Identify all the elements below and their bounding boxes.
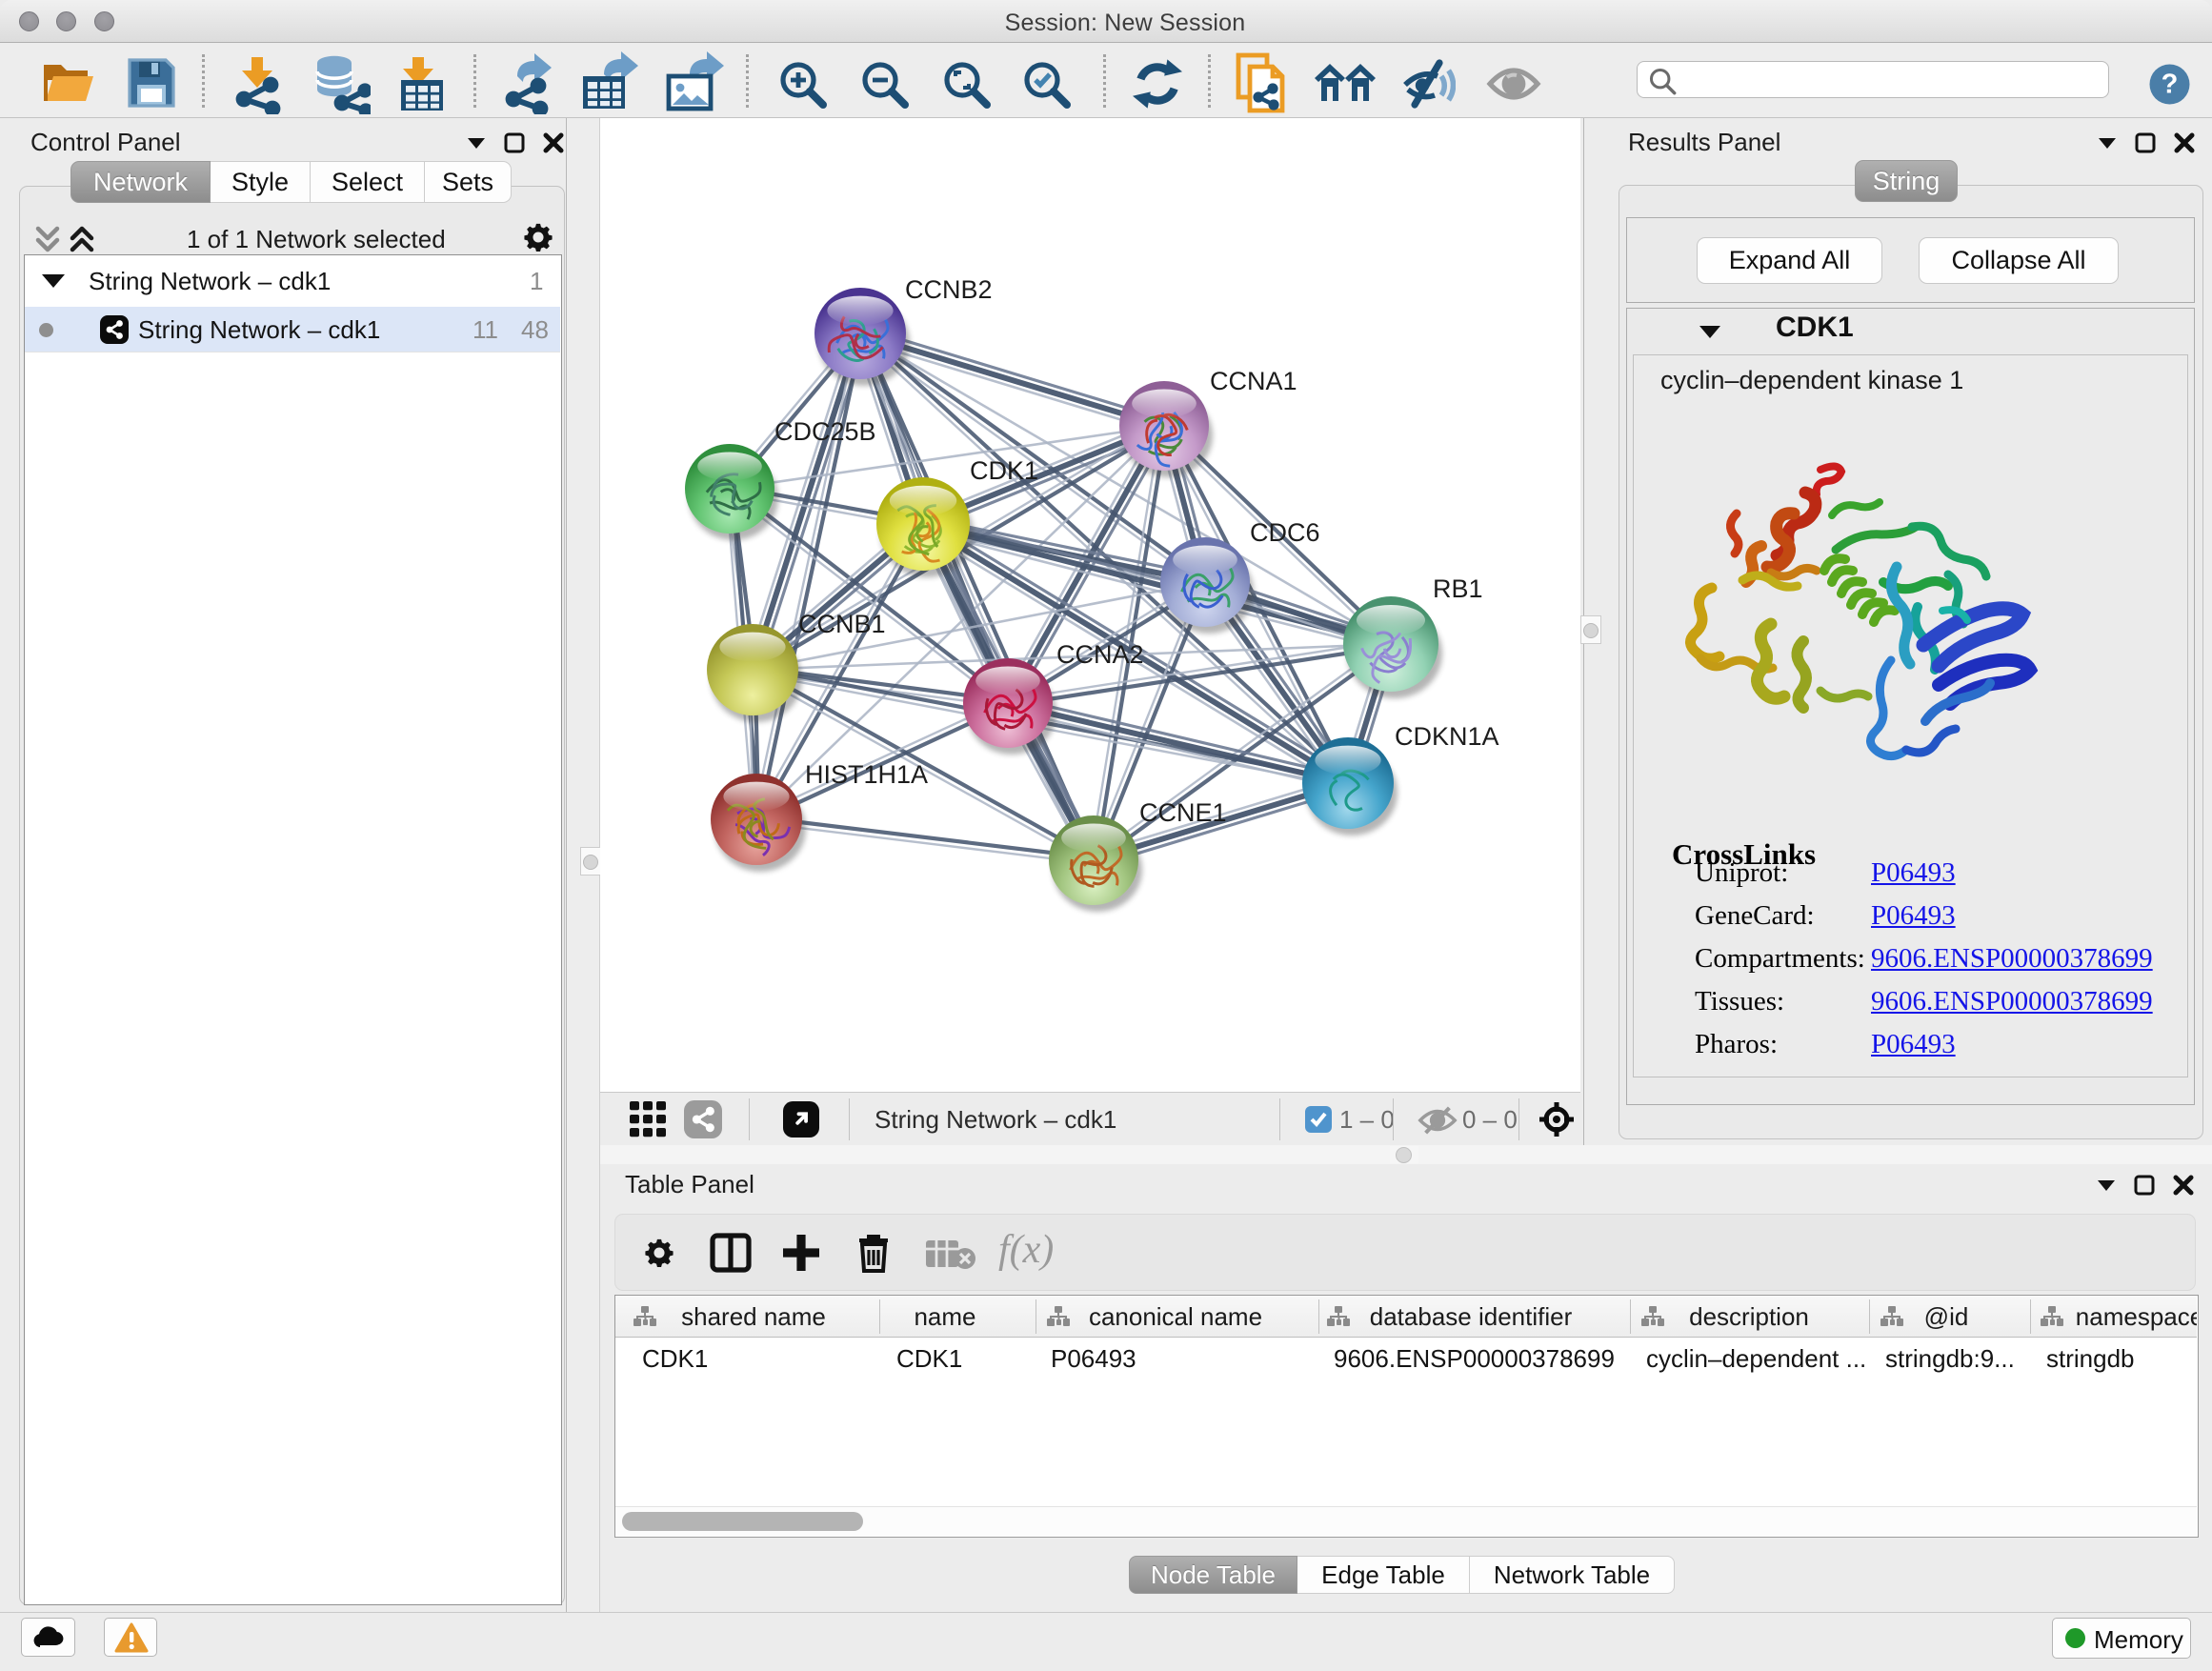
svg-text:CCNA2: CCNA2 [1056, 640, 1144, 669]
svg-text:CCNA1: CCNA1 [1210, 367, 1297, 395]
svg-text:CDKN1A: CDKN1A [1395, 722, 1499, 751]
svg-text:?: ? [2162, 70, 2179, 100]
svg-text:RB1: RB1 [1433, 574, 1483, 603]
svg-text:CDC6: CDC6 [1250, 518, 1320, 547]
svg-text:HIST1H1A: HIST1H1A [805, 760, 928, 789]
svg-text:CDC25B: CDC25B [774, 417, 876, 446]
svg-text:CDK1: CDK1 [970, 456, 1038, 485]
svg-text:CCNB2: CCNB2 [905, 275, 993, 304]
svg-text:CCNE1: CCNE1 [1139, 798, 1227, 827]
svg-text:CCNB1: CCNB1 [798, 610, 886, 638]
